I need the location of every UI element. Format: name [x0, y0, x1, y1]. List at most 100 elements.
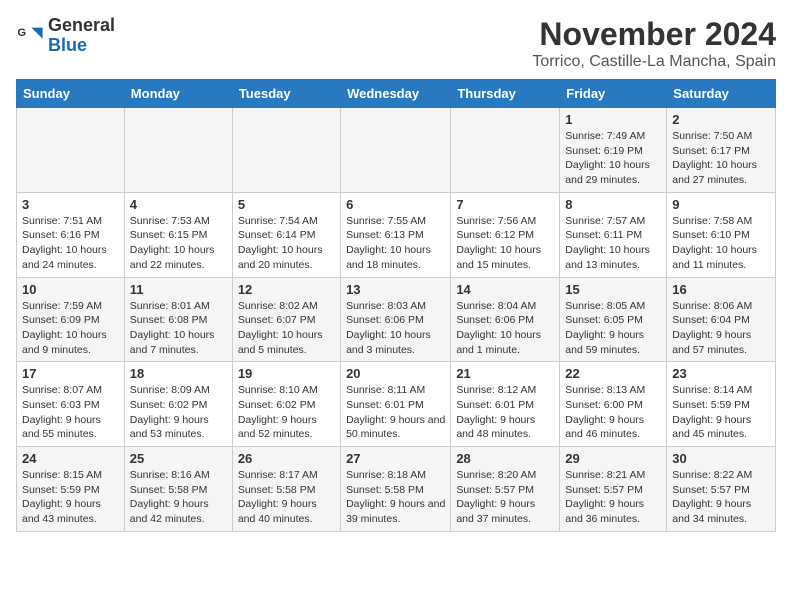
day-info: Sunrise: 8:05 AM Sunset: 6:05 PM Dayligh…: [565, 299, 661, 358]
calendar-week-row: 10 Sunrise: 7:59 AM Sunset: 6:09 PM Dayli…: [17, 277, 776, 362]
logo-blue-text: Blue: [48, 36, 115, 56]
calendar-day-cell: 24 Sunrise: 8:15 AM Sunset: 5:59 PM Dayli…: [17, 447, 125, 532]
day-info: Sunrise: 8:09 AM Sunset: 6:02 PM Dayligh…: [130, 383, 227, 442]
calendar-day-cell: 5Sunrise: 7:54 AM Sunset: 6:14 PM Daylig…: [232, 192, 340, 277]
day-info: Sunrise: 8:06 AM Sunset: 6:04 PM Dayligh…: [672, 299, 770, 358]
calendar-day-cell: 6 Sunrise: 7:55 AM Sunset: 6:13 PM Daylig…: [341, 192, 451, 277]
day-info: Sunrise: 8:04 AM Sunset: 6:06 PM Dayligh…: [456, 299, 554, 358]
day-number: 7: [456, 197, 554, 212]
day-info: Sunrise: 7:58 AM Sunset: 6:10 PM Dayligh…: [672, 214, 770, 273]
calendar-day-cell: 27 Sunrise: 8:18 AM Sunset: 5:58 PM Dayli…: [341, 447, 451, 532]
day-number: 6: [346, 197, 445, 212]
month-title: November 2024: [532, 16, 776, 53]
day-number: 1: [565, 112, 661, 127]
day-info: Sunrise: 8:02 AM Sunset: 6:07 PM Dayligh…: [238, 299, 335, 358]
day-number: 10: [22, 282, 119, 297]
day-info: Sunrise: 8:12 AM Sunset: 6:01 PM Dayligh…: [456, 383, 554, 442]
day-info: Sunrise: 8:22 AM Sunset: 5:57 PM Dayligh…: [672, 468, 770, 527]
day-number: 3: [22, 197, 119, 212]
day-info: Sunrise: 7:59 AM Sunset: 6:09 PM Dayligh…: [22, 299, 119, 358]
location: Torrico, Castille-La Mancha, Spain: [532, 53, 776, 71]
calendar-day-cell: 14 Sunrise: 8:04 AM Sunset: 6:06 PM Dayli…: [451, 277, 560, 362]
day-number: 16: [672, 282, 770, 297]
header: G General Blue November 2024 Torrico, Ca…: [16, 16, 776, 71]
calendar-week-row: 3 Sunrise: 7:51 AM Sunset: 6:16 PM Daylig…: [17, 192, 776, 277]
day-info: Sunrise: 8:20 AM Sunset: 5:57 PM Dayligh…: [456, 468, 554, 527]
calendar-day-cell: 26Sunrise: 8:17 AM Sunset: 5:58 PM Dayli…: [232, 447, 340, 532]
logo-general-text: General: [48, 16, 115, 36]
day-number: 26: [238, 451, 335, 466]
calendar-day-cell: 28 Sunrise: 8:20 AM Sunset: 5:57 PM Dayli…: [451, 447, 560, 532]
day-number: 14: [456, 282, 554, 297]
day-number: 20: [346, 366, 445, 381]
weekday-header: Sunday: [17, 80, 125, 108]
day-number: 4: [130, 197, 227, 212]
day-info: Sunrise: 8:03 AM Sunset: 6:06 PM Dayligh…: [346, 299, 445, 358]
day-info: Sunrise: 7:53 AM Sunset: 6:15 PM Dayligh…: [130, 214, 227, 273]
day-number: 28: [456, 451, 554, 466]
weekday-header: Tuesday: [232, 80, 340, 108]
calendar-body: 1 Sunrise: 7:49 AM Sunset: 6:19 PM Daylig…: [17, 108, 776, 532]
calendar-day-cell: 25 Sunrise: 8:16 AM Sunset: 5:58 PM Dayli…: [124, 447, 232, 532]
day-info: Sunrise: 8:10 AM Sunset: 6:02 PM Dayligh…: [238, 383, 335, 442]
weekday-header: Monday: [124, 80, 232, 108]
day-info: Sunrise: 8:11 AM Sunset: 6:01 PM Dayligh…: [346, 383, 445, 442]
calendar-day-cell: 4 Sunrise: 7:53 AM Sunset: 6:15 PM Daylig…: [124, 192, 232, 277]
calendar-day-cell: 3 Sunrise: 7:51 AM Sunset: 6:16 PM Daylig…: [17, 192, 125, 277]
day-number: 27: [346, 451, 445, 466]
calendar-day-cell: 2 Sunrise: 7:50 AM Sunset: 6:17 PM Daylig…: [667, 108, 776, 193]
day-number: 18: [130, 366, 227, 381]
calendar-day-cell: 12 Sunrise: 8:02 AM Sunset: 6:07 PM Dayli…: [232, 277, 340, 362]
calendar-day-cell: 20 Sunrise: 8:11 AM Sunset: 6:01 PM Dayli…: [341, 362, 451, 447]
calendar-day-cell: 29 Sunrise: 8:21 AM Sunset: 5:57 PM Dayli…: [560, 447, 667, 532]
day-info: Sunrise: 8:01 AM Sunset: 6:08 PM Dayligh…: [130, 299, 227, 358]
day-info: Sunrise: 8:15 AM Sunset: 5:59 PM Dayligh…: [22, 468, 119, 527]
day-number: 22: [565, 366, 661, 381]
calendar-week-row: 17Sunrise: 8:07 AM Sunset: 6:03 PM Dayli…: [17, 362, 776, 447]
day-number: 17: [22, 366, 119, 381]
calendar-day-cell: 13 Sunrise: 8:03 AM Sunset: 6:06 PM Dayli…: [341, 277, 451, 362]
day-number: 29: [565, 451, 661, 466]
day-number: 23: [672, 366, 770, 381]
title-area: November 2024 Torrico, Castille-La Manch…: [532, 16, 776, 71]
logo: G General Blue: [16, 16, 115, 56]
day-number: 15: [565, 282, 661, 297]
weekday-header: Thursday: [451, 80, 560, 108]
weekday-header: Wednesday: [341, 80, 451, 108]
day-info: Sunrise: 7:49 AM Sunset: 6:19 PM Dayligh…: [565, 129, 661, 188]
calendar-day-cell: 11Sunrise: 8:01 AM Sunset: 6:08 PM Dayli…: [124, 277, 232, 362]
calendar-day-cell: 18 Sunrise: 8:09 AM Sunset: 6:02 PM Dayli…: [124, 362, 232, 447]
day-number: 19: [238, 366, 335, 381]
day-info: Sunrise: 8:13 AM Sunset: 6:00 PM Dayligh…: [565, 383, 661, 442]
calendar-day-cell: 10 Sunrise: 7:59 AM Sunset: 6:09 PM Dayli…: [17, 277, 125, 362]
day-number: 8: [565, 197, 661, 212]
weekday-header: Friday: [560, 80, 667, 108]
day-info: Sunrise: 7:50 AM Sunset: 6:17 PM Dayligh…: [672, 129, 770, 188]
calendar-day-cell: [451, 108, 560, 193]
calendar-day-cell: 21 Sunrise: 8:12 AM Sunset: 6:01 PM Dayli…: [451, 362, 560, 447]
day-info: Sunrise: 7:57 AM Sunset: 6:11 PM Dayligh…: [565, 214, 661, 273]
calendar-day-cell: 19 Sunrise: 8:10 AM Sunset: 6:02 PM Dayli…: [232, 362, 340, 447]
day-info: Sunrise: 7:55 AM Sunset: 6:13 PM Dayligh…: [346, 214, 445, 273]
calendar-day-cell: [17, 108, 125, 193]
calendar-day-cell: 8 Sunrise: 7:57 AM Sunset: 6:11 PM Daylig…: [560, 192, 667, 277]
day-number: 2: [672, 112, 770, 127]
day-number: 12: [238, 282, 335, 297]
day-number: 13: [346, 282, 445, 297]
day-info: Sunrise: 7:51 AM Sunset: 6:16 PM Dayligh…: [22, 214, 119, 273]
day-number: 25: [130, 451, 227, 466]
day-number: 30: [672, 451, 770, 466]
calendar-week-row: 1 Sunrise: 7:49 AM Sunset: 6:19 PM Daylig…: [17, 108, 776, 193]
calendar-day-cell: [341, 108, 451, 193]
calendar-day-cell: 1 Sunrise: 7:49 AM Sunset: 6:19 PM Daylig…: [560, 108, 667, 193]
weekday-header: Saturday: [667, 80, 776, 108]
day-number: 5: [238, 197, 335, 212]
day-number: 21: [456, 366, 554, 381]
day-info: Sunrise: 8:18 AM Sunset: 5:58 PM Dayligh…: [346, 468, 445, 527]
day-info: Sunrise: 7:56 AM Sunset: 6:12 PM Dayligh…: [456, 214, 554, 273]
day-info: Sunrise: 8:21 AM Sunset: 5:57 PM Dayligh…: [565, 468, 661, 527]
logo-icon: G: [16, 22, 44, 50]
calendar-day-cell: [124, 108, 232, 193]
day-number: 24: [22, 451, 119, 466]
day-info: Sunrise: 8:16 AM Sunset: 5:58 PM Dayligh…: [130, 468, 227, 527]
